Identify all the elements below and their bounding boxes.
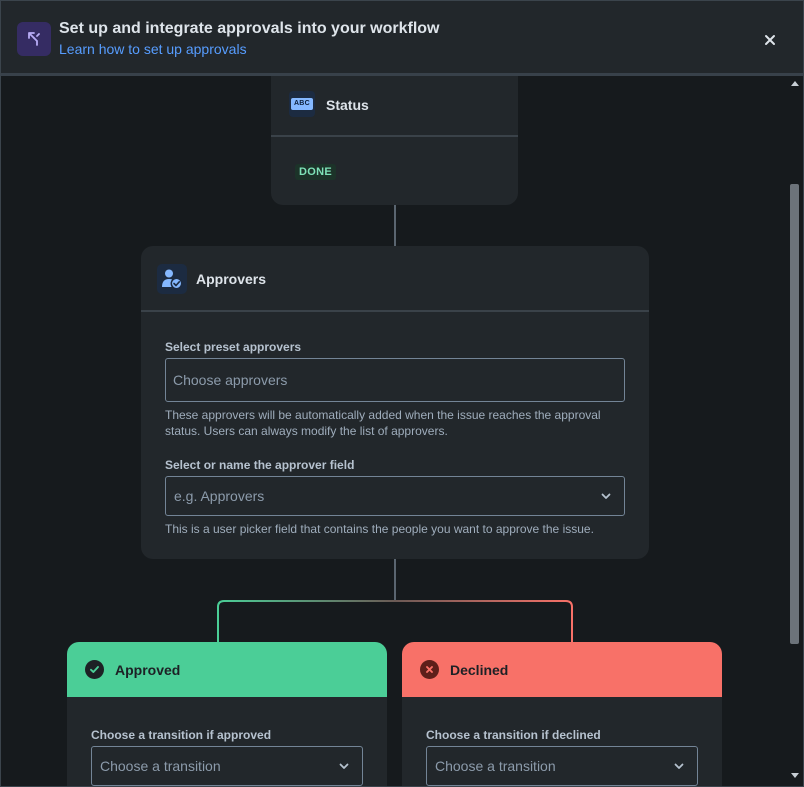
vertical-scrollbar[interactable] — [787, 76, 803, 786]
chevron-down-icon — [339, 763, 349, 769]
approvers-card-title: Approvers — [196, 271, 267, 287]
modal-title: Set up and integrate approvals into your… — [59, 20, 440, 37]
status-card: ABC Status DONE — [271, 76, 518, 205]
approved-transition-placeholder: Choose a transition — [100, 758, 221, 774]
approver-field-select[interactable]: e.g. Approvers — [165, 476, 625, 516]
preset-approvers-input[interactable]: Choose approvers — [165, 358, 625, 402]
approved-card-title: Approved — [115, 662, 181, 678]
declined-card-header: Declined — [402, 642, 722, 697]
abc-icon-label: ABC — [290, 98, 314, 110]
cross-circle-icon — [420, 660, 439, 679]
preset-approvers-helper: These approvers will be automatically ad… — [165, 408, 601, 438]
approved-transition-label: Choose a transition if approved — [91, 728, 272, 742]
approvals-setup-modal: Set up and integrate approvals into your… — [0, 0, 804, 787]
approvers-card-header: Approvers — [141, 246, 649, 312]
close-button[interactable] — [757, 27, 783, 53]
approved-card-header: Approved — [67, 642, 387, 697]
declined-transition-placeholder: Choose a transition — [435, 758, 556, 774]
close-icon — [765, 35, 775, 45]
preset-approvers-label: Select preset approvers — [165, 340, 302, 354]
approvers-card: Approvers Select preset approvers Choose… — [141, 246, 649, 559]
scroll-up-arrow-icon[interactable] — [791, 81, 799, 86]
check-circle-icon — [85, 660, 104, 679]
approved-card: Approved Choose a transition if approved… — [67, 642, 387, 786]
status-lozenge: DONE — [295, 164, 336, 180]
approver-field-placeholder: e.g. Approvers — [174, 488, 265, 504]
approver-field-label: Select or name the approver field — [165, 458, 355, 472]
user-check-icon — [157, 264, 187, 294]
status-card-title: Status — [326, 97, 369, 113]
scroll-down-arrow-icon[interactable] — [791, 773, 799, 778]
workflow-canvas: ABC Status DONE Approvers Select preset … — [1, 76, 787, 786]
learn-more-link[interactable]: Learn how to set up approvals — [59, 41, 247, 57]
text-field-icon: ABC — [289, 91, 315, 117]
declined-transition-select[interactable]: Choose a transition — [426, 746, 698, 786]
branch-icon — [17, 22, 51, 56]
declined-card-title: Declined — [450, 662, 509, 678]
approver-field-helper: This is a user picker field that contain… — [165, 522, 594, 536]
status-card-header: ABC Status — [271, 76, 518, 137]
declined-card: Declined Choose a transition if declined… — [402, 642, 722, 786]
declined-transition-label: Choose a transition if declined — [426, 728, 601, 742]
approved-transition-select[interactable]: Choose a transition — [91, 746, 363, 786]
modal-header: Set up and integrate approvals into your… — [1, 1, 803, 76]
branch-connector — [217, 600, 573, 642]
chevron-down-icon — [601, 493, 611, 499]
chevron-down-icon — [674, 763, 684, 769]
scroll-thumb[interactable] — [790, 184, 799, 644]
preset-approvers-placeholder: Choose approvers — [173, 372, 288, 388]
